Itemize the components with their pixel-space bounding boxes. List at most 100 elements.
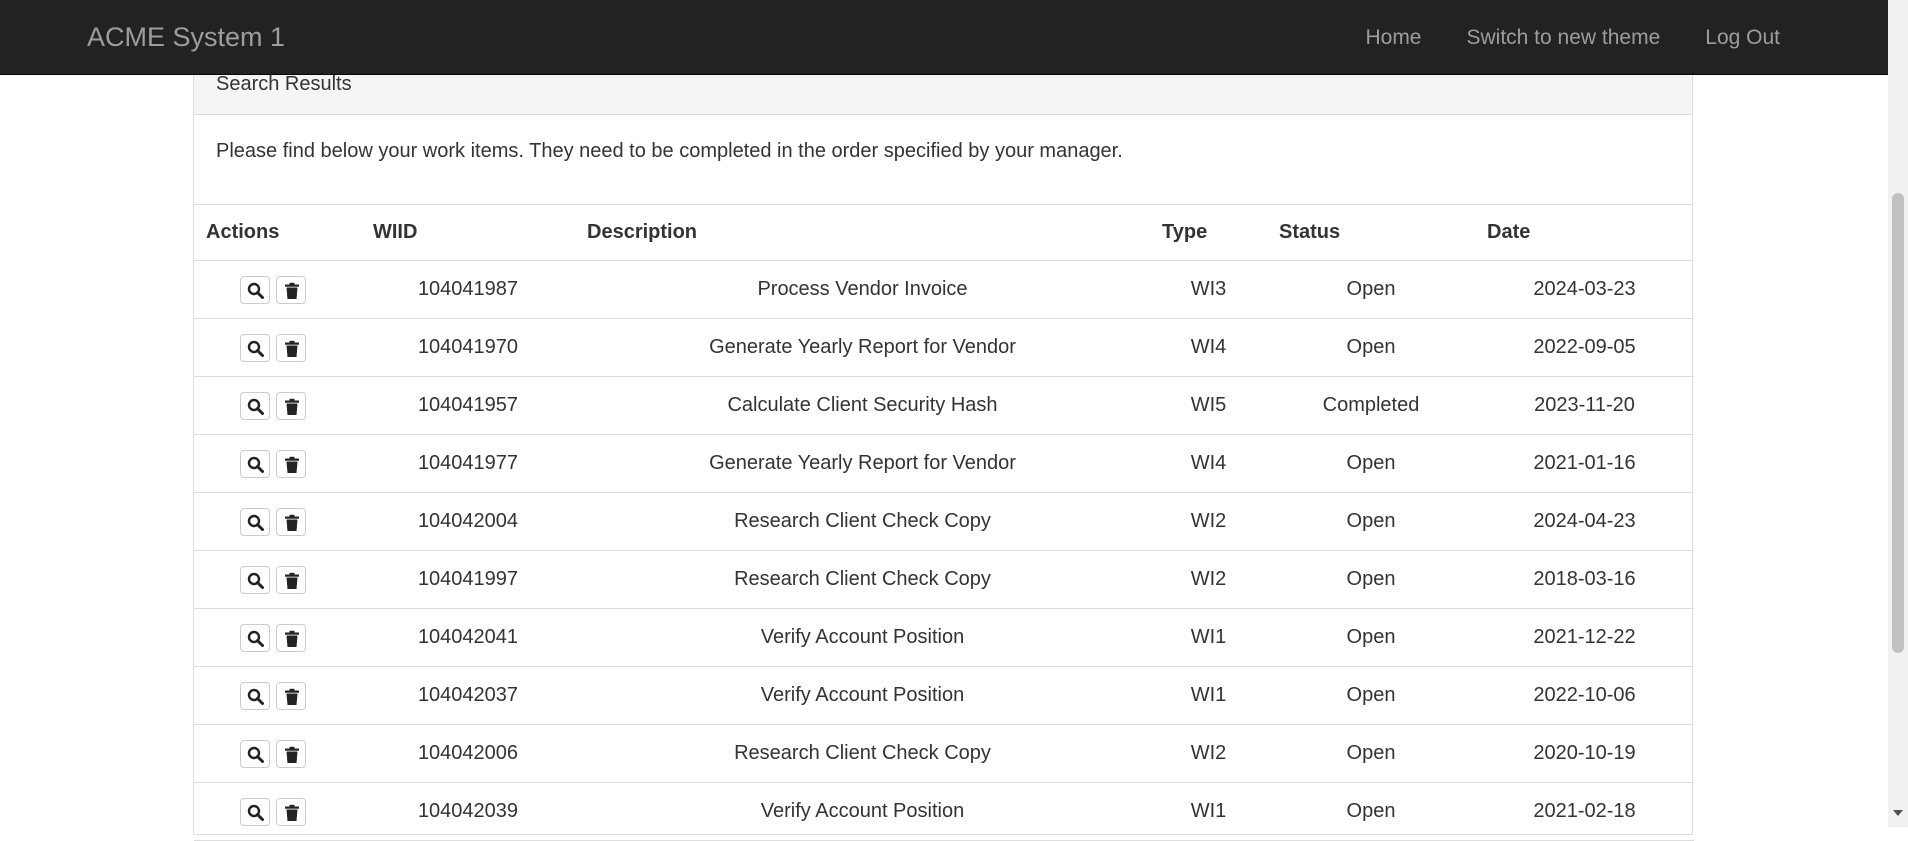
wiid-cell: 104041977 (361, 434, 575, 493)
wiid-cell: 104042004 (361, 492, 575, 551)
view-button[interactable] (240, 565, 270, 594)
scroll-down-arrow-icon[interactable] (1893, 810, 1903, 816)
type-cell: WI1 (1150, 782, 1267, 841)
wiid-cell: 104041997 (361, 550, 575, 609)
table-row: 104042039 Verify Account Position WI1 Open 2… (194, 782, 1694, 841)
description-cell: Research Client Check Copy (575, 550, 1150, 609)
table-row: 104042004 Research Client Check Copy WI2 Op… (194, 492, 1694, 551)
header-wiid: WIID (361, 205, 575, 261)
view-button[interactable] (240, 449, 270, 478)
description-cell: Generate Yearly Report for Vendor (575, 318, 1150, 377)
table-row: 104041997 Research Client Check Copy WI2 Op… (194, 550, 1694, 609)
wiid-cell: 104042039 (361, 782, 575, 841)
status-cell: Open (1267, 724, 1475, 783)
wiid-cell: 104042037 (361, 666, 575, 725)
view-button[interactable] (240, 507, 270, 536)
status-cell: Open (1267, 318, 1475, 377)
table-header-row: Actions WIID Description Type Status Dat… (194, 205, 1694, 261)
description-cell: Verify Account Position (575, 608, 1150, 667)
actions-cell (194, 492, 361, 551)
table-body: 104041987 Process Vendor Invoice WI3 Open 20… (194, 260, 1694, 841)
view-button[interactable] (240, 333, 270, 362)
description-cell: Research Client Check Copy (575, 724, 1150, 783)
delete-button[interactable] (276, 275, 306, 304)
delete-button[interactable] (276, 565, 306, 594)
header-type: Type (1150, 205, 1267, 261)
wiid-cell: 104041957 (361, 376, 575, 435)
type-cell: WI2 (1150, 724, 1267, 783)
panel-body: Please find below your work items. They … (194, 115, 1692, 205)
nav-home-link[interactable]: Home (1365, 26, 1421, 50)
status-cell: Open (1267, 434, 1475, 493)
scrollbar-thumb[interactable] (1892, 193, 1904, 653)
date-cell: 2024-04-23 (1475, 492, 1694, 551)
table-row: 104042041 Verify Account Position WI1 Open 2… (194, 608, 1694, 667)
header-actions: Actions (194, 205, 361, 261)
nav-switch-theme-link[interactable]: Switch to new theme (1467, 26, 1661, 50)
delete-button[interactable] (276, 507, 306, 536)
header-status: Status (1267, 205, 1475, 261)
view-button[interactable] (240, 739, 270, 768)
delete-button[interactable] (276, 797, 306, 826)
type-cell: WI1 (1150, 608, 1267, 667)
type-cell: WI2 (1150, 550, 1267, 609)
delete-button[interactable] (276, 391, 306, 420)
delete-button[interactable] (276, 333, 306, 362)
wiid-cell: 104042006 (361, 724, 575, 783)
view-button[interactable] (240, 623, 270, 652)
work-items-table: Actions WIID Description Type Status Dat… (194, 205, 1694, 841)
header-date: Date (1475, 205, 1694, 261)
panel-instructions: Please find below your work items. They … (216, 140, 1123, 162)
description-cell: Process Vendor Invoice (575, 260, 1150, 319)
date-cell: 2018-03-16 (1475, 550, 1694, 609)
actions-cell (194, 318, 361, 377)
type-cell: WI2 (1150, 492, 1267, 551)
delete-button[interactable] (276, 449, 306, 478)
nav-logout-link[interactable]: Log Out (1705, 26, 1780, 50)
date-cell: 2024-03-23 (1475, 260, 1694, 319)
navbar: ACME System 1 Home Switch to new theme L… (0, 0, 1888, 75)
actions-cell (194, 376, 361, 435)
panel-heading: Search Results (194, 74, 1692, 115)
status-cell: Open (1267, 492, 1475, 551)
view-button[interactable] (240, 275, 270, 304)
type-cell: WI4 (1150, 318, 1267, 377)
date-cell: 2023-11-20 (1475, 376, 1694, 435)
status-cell: Open (1267, 260, 1475, 319)
delete-button[interactable] (276, 681, 306, 710)
view-button[interactable] (240, 797, 270, 826)
status-cell: Open (1267, 666, 1475, 725)
date-cell: 2022-10-06 (1475, 666, 1694, 725)
delete-button[interactable] (276, 623, 306, 652)
description-cell: Verify Account Position (575, 782, 1150, 841)
vertical-scrollbar[interactable] (1888, 0, 1908, 827)
status-cell: Completed (1267, 376, 1475, 435)
delete-button[interactable] (276, 739, 306, 768)
view-button[interactable] (240, 391, 270, 420)
description-cell: Verify Account Position (575, 666, 1150, 725)
actions-cell (194, 724, 361, 783)
table-row: 104041970 Generate Yearly Report for Vend… (194, 318, 1694, 377)
nav-links: Home Switch to new theme Log Out (1320, 0, 1888, 75)
view-button[interactable] (240, 681, 270, 710)
date-cell: 2020-10-19 (1475, 724, 1694, 783)
actions-cell (194, 434, 361, 493)
actions-cell (194, 782, 361, 841)
date-cell: 2021-12-22 (1475, 608, 1694, 667)
table-row: 104041977 Generate Yearly Report for Vend… (194, 434, 1694, 493)
type-cell: WI1 (1150, 666, 1267, 725)
description-cell: Generate Yearly Report for Vendor (575, 434, 1150, 493)
table-row: 104042037 Verify Account Position WI1 Open 2… (194, 666, 1694, 725)
table-row: 104042006 Research Client Check Copy WI2 Op… (194, 724, 1694, 783)
status-cell: Open (1267, 782, 1475, 841)
actions-cell (194, 550, 361, 609)
brand-title[interactable]: ACME System 1 (87, 22, 285, 52)
actions-cell (194, 608, 361, 667)
wiid-cell: 104041987 (361, 260, 575, 319)
date-cell: 2021-01-16 (1475, 434, 1694, 493)
wiid-cell: 104042041 (361, 608, 575, 667)
wiid-cell: 104041970 (361, 318, 575, 377)
description-cell: Calculate Client Security Hash (575, 376, 1150, 435)
status-cell: Open (1267, 550, 1475, 609)
type-cell: WI5 (1150, 376, 1267, 435)
